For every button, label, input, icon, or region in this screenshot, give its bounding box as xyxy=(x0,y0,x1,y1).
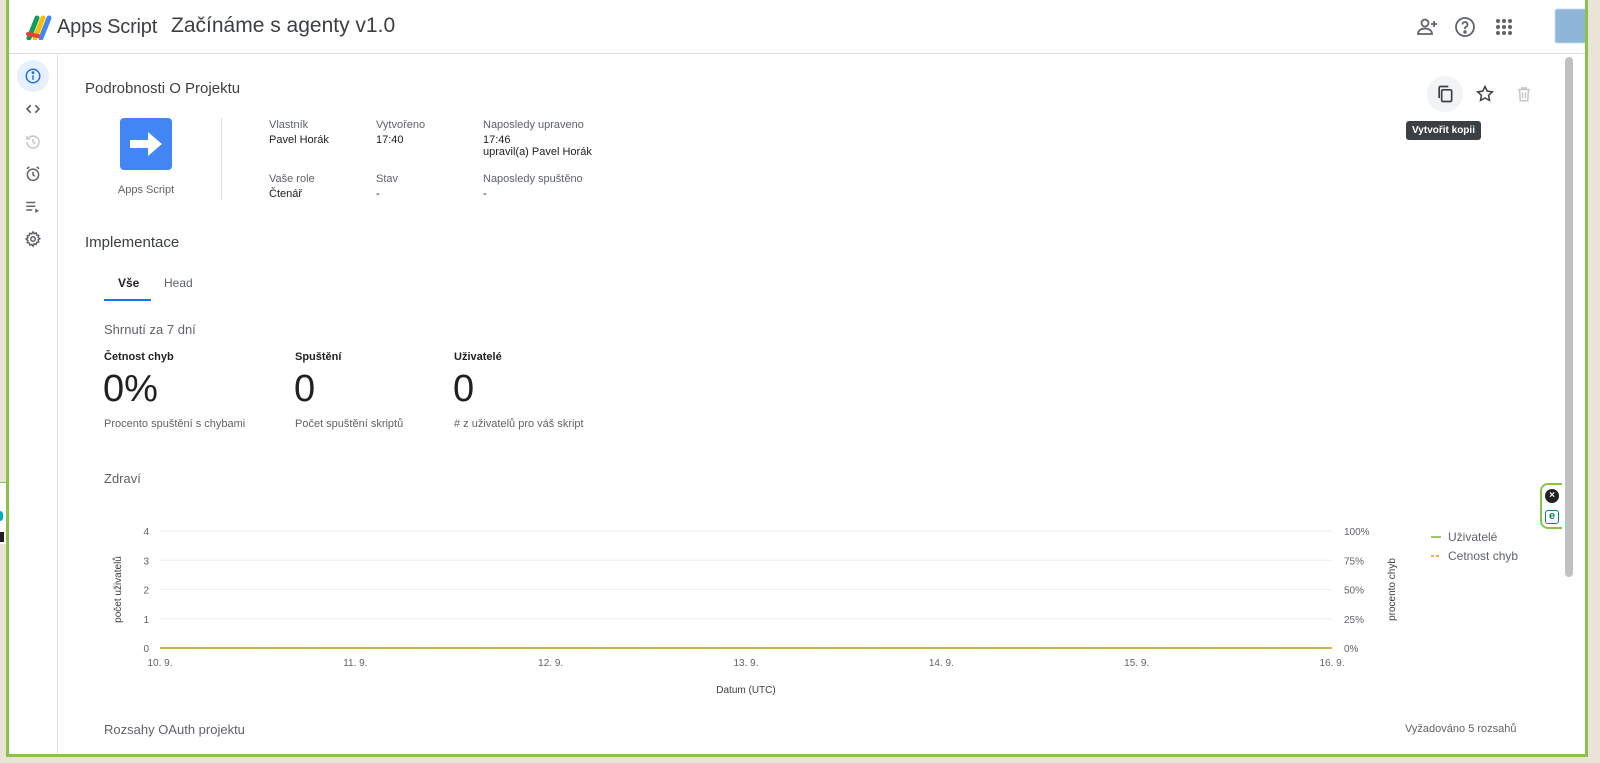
y2-tick-label: 0% xyxy=(1344,644,1359,655)
x-tick-label: 16. 9. xyxy=(1319,658,1344,669)
star-icon xyxy=(1475,84,1495,102)
y-tick-label: 0 xyxy=(143,644,149,655)
gear-icon xyxy=(24,230,42,248)
error-rate-desc: Procento spuštění s chybami xyxy=(104,418,246,430)
y2-tick-label: 25% xyxy=(1344,615,1364,626)
trash-icon xyxy=(1518,87,1530,102)
copy-button[interactable] xyxy=(1427,76,1463,112)
nav-settings[interactable] xyxy=(17,223,49,255)
oauth-scopes-count[interactable]: Vyžadováno 5 rozsahů xyxy=(1405,723,1517,735)
executions-label: Spuštění xyxy=(295,351,342,363)
owner-value: Pavel Horák xyxy=(269,134,329,146)
status-value: - xyxy=(376,188,380,200)
project-type-label: Apps Script xyxy=(117,184,175,196)
project-title[interactable]: Začínáme s agenty v1.0 xyxy=(171,14,395,38)
error-rate-label: Četnost chyb xyxy=(104,351,174,363)
modified-label: Naposledy upraveno xyxy=(483,119,584,131)
y-axis-label: počet uživatelů xyxy=(112,556,124,623)
left-edge-marker xyxy=(0,511,3,521)
legend-label: Uživatelé xyxy=(1448,530,1498,544)
legend-label: Cetnost chyb xyxy=(1448,549,1518,563)
executions-desc: Počet spuštění skriptů xyxy=(295,418,404,430)
copy-icon xyxy=(1438,85,1453,103)
x-tick-label: 13. 9. xyxy=(733,658,758,669)
created-label: Vytvořeno xyxy=(376,119,426,131)
nav-executions[interactable] xyxy=(17,191,49,223)
account-avatar[interactable] xyxy=(1555,9,1585,43)
summary-title: Shrnutí za 7 dní xyxy=(104,322,196,337)
code-icon xyxy=(25,104,41,114)
share-person-add-icon[interactable] xyxy=(1415,15,1439,39)
info-icon xyxy=(25,68,41,84)
y2-tick-label: 75% xyxy=(1344,556,1364,567)
y-tick-label: 4 xyxy=(143,527,149,538)
left-nav-rail xyxy=(9,55,58,754)
role-label: Vaše role xyxy=(269,173,315,185)
tab-all[interactable]: Vše xyxy=(116,276,141,290)
created-value: 17:40 xyxy=(376,134,404,146)
arrow-right-icon xyxy=(130,132,162,156)
y-tick-label: 1 xyxy=(143,615,149,626)
alarm-clock-icon xyxy=(26,166,40,182)
x-tick-label: 14. 9. xyxy=(929,658,954,669)
delete-button[interactable] xyxy=(1506,76,1542,112)
status-label: Stav xyxy=(376,173,399,185)
details-divider xyxy=(221,118,222,200)
project-icon xyxy=(120,118,172,170)
extension-side-tab[interactable]: × e xyxy=(1540,483,1562,529)
health-title: Zdraví xyxy=(104,471,141,486)
nav-triggers[interactable] xyxy=(17,158,49,190)
x-tick-label: 11. 9. xyxy=(343,658,367,669)
users-value: 0 xyxy=(453,368,475,410)
x-tick-label: 12. 9. xyxy=(538,658,563,669)
users-desc: # z uživatelů pro váš skript xyxy=(454,418,584,430)
left-edge-handle xyxy=(0,532,4,542)
owner-label: Vlastník xyxy=(269,119,309,131)
active-tab-indicator xyxy=(104,299,151,301)
star-button[interactable] xyxy=(1467,76,1503,112)
role-value: Čtenář xyxy=(269,188,303,200)
copy-tooltip: Vytvořit kopii xyxy=(1406,121,1481,140)
top-bar: Apps Script Začínáme s agenty v1.0 xyxy=(9,0,1585,54)
apps-grid-icon[interactable] xyxy=(1492,15,1516,39)
deployments-title: Implementace xyxy=(85,234,180,251)
y2-tick-label: 100% xyxy=(1344,527,1370,538)
oauth-scopes-title: Rozsahy OAuth projektu xyxy=(104,722,245,737)
x-axis-label: Datum (UTC) xyxy=(716,685,775,696)
apps-script-logo-icon[interactable] xyxy=(26,14,54,40)
playlist-play-icon xyxy=(26,201,39,213)
tab-head[interactable]: Head xyxy=(162,276,195,290)
extension-e-icon[interactable]: e xyxy=(1545,509,1559,524)
details-title: Podrobnosti O Projektu xyxy=(85,80,241,97)
nav-history[interactable] xyxy=(17,126,49,158)
x-tick-label: 15. 9. xyxy=(1124,658,1149,669)
health-chart: 0 1 2 3 4 0% 25% 50% 75% 100% 10. 9. 11. 9. 12. 9. 13… xyxy=(99,515,1539,715)
nav-editor[interactable] xyxy=(17,93,49,125)
y-tick-label: 3 xyxy=(143,556,149,567)
error-rate-value: 0% xyxy=(103,368,158,410)
brand-name[interactable]: Apps Script xyxy=(57,16,157,39)
y2-tick-label: 50% xyxy=(1344,586,1364,597)
close-icon[interactable]: × xyxy=(1545,488,1559,503)
lastrun-value: - xyxy=(483,188,487,200)
help-icon[interactable] xyxy=(1453,15,1477,39)
history-icon xyxy=(26,135,40,149)
modified-by: upravil(a) Pavel Horák xyxy=(483,146,592,158)
health-chart-svg: 0 1 2 3 4 0% 25% 50% 75% 100% 10. 9. 11. 9. 12. 9. 13… xyxy=(112,527,1518,696)
x-tick-label: 10. 9. xyxy=(147,658,172,669)
executions-value: 0 xyxy=(294,368,316,410)
y2-axis-label: procento chyb xyxy=(1387,558,1398,621)
app-window: Apps Script Začínáme s agenty v1.0 Podro… xyxy=(6,0,1588,757)
y-tick-label: 2 xyxy=(143,586,149,597)
nav-overview[interactable] xyxy=(17,60,49,92)
lastrun-label: Naposledy spuštěno xyxy=(483,173,583,185)
page-scrollbar[interactable] xyxy=(1565,57,1573,577)
users-label: Uživatelé xyxy=(454,351,502,363)
